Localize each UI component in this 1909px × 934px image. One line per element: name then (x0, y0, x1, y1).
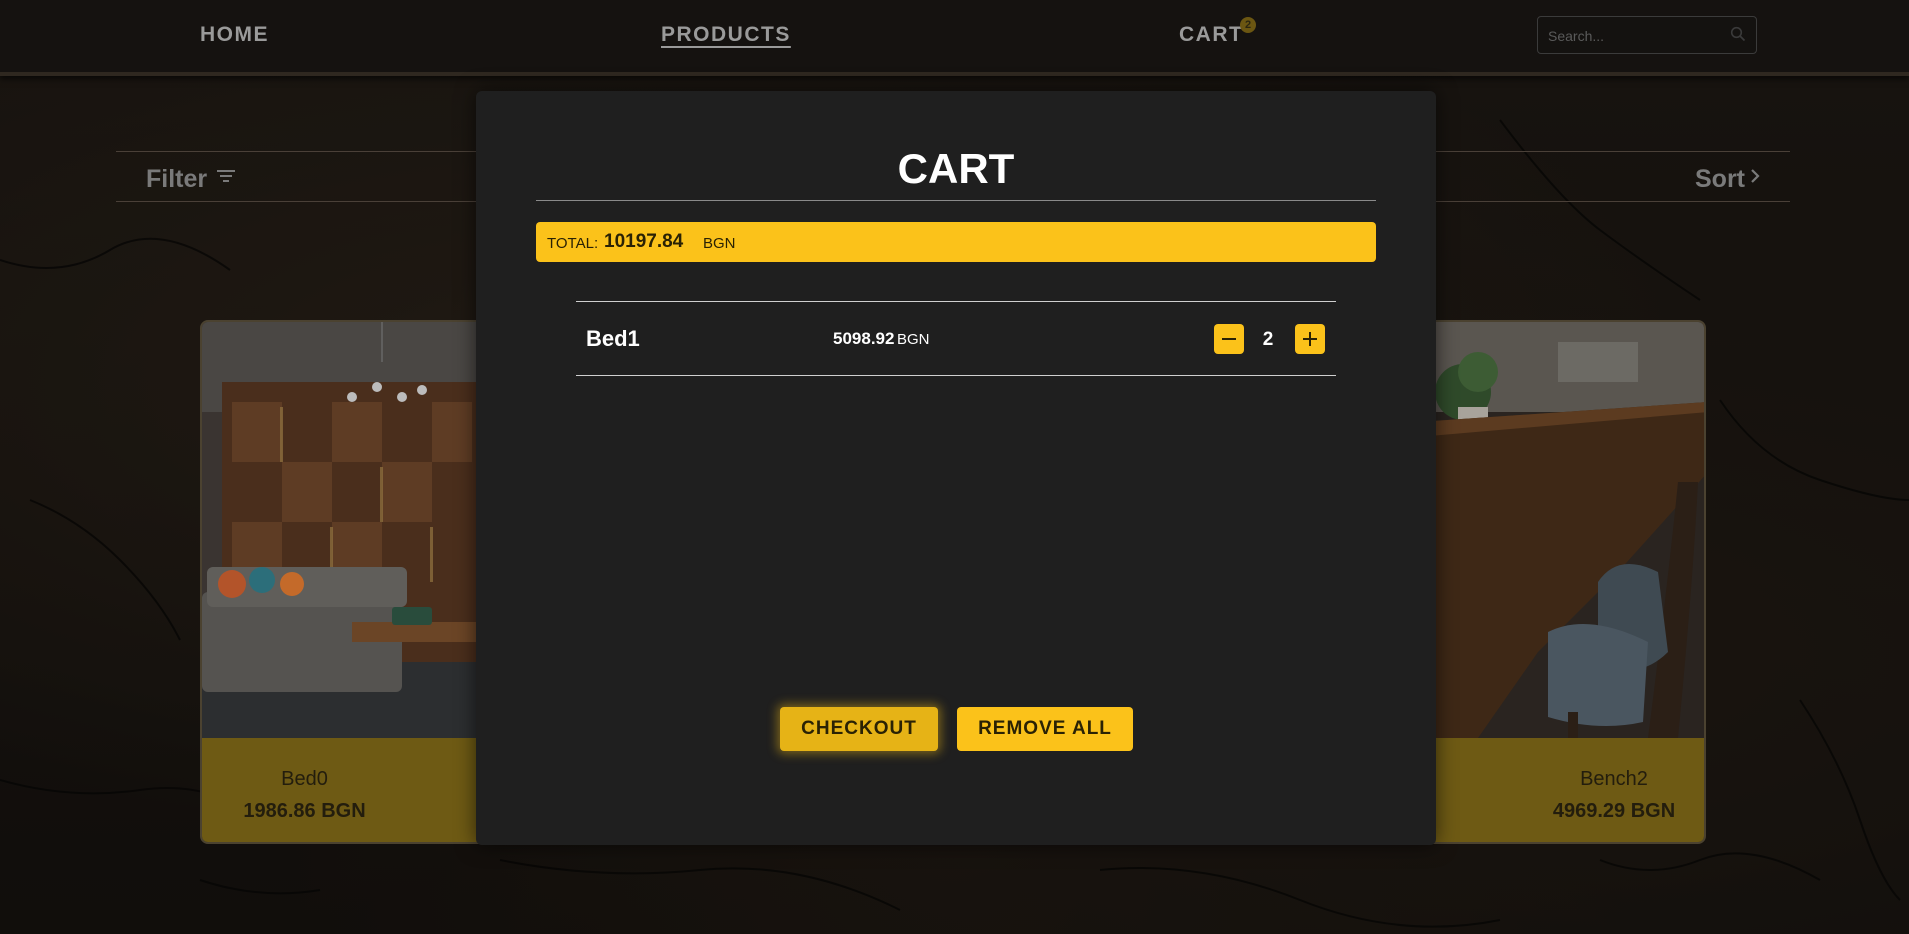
divider (536, 200, 1376, 201)
cart-count-badge: 2 (1240, 17, 1256, 33)
cart-title: CART (897, 145, 1015, 192)
product-price: 1986.86 BGN (243, 800, 366, 822)
nav-products-link[interactable]: PRODUCTS (661, 23, 791, 47)
filter-icon[interactable] (216, 168, 236, 191)
product-image-dining-table (1418, 322, 1704, 738)
cart-item-row: Bed1 5098.92 BGN 2 (576, 301, 1336, 376)
nav-home-link[interactable]: HOME (200, 23, 269, 47)
cart-item-price: 5098.92 (833, 329, 895, 348)
minus-icon (1222, 338, 1236, 340)
chevron-right-icon[interactable] (1750, 169, 1760, 188)
product-card-footer: Bench2 4969.29 BGN (1418, 738, 1704, 842)
sort-button[interactable]: Sort (1695, 165, 1745, 194)
total-currency: BGN (703, 235, 736, 252)
top-navbar: HOME PRODUCTS CART 2 (0, 0, 1909, 76)
total-value: 10197.84 (604, 231, 684, 252)
search-icon[interactable] (1730, 26, 1746, 47)
product-name: Bed0 (281, 768, 328, 790)
cart-item-currency: BGN (897, 331, 930, 348)
product-image-living-room (202, 322, 488, 738)
product-price: 4969.29 BGN (1552, 800, 1676, 822)
remove-all-button[interactable]: REMOVE ALL (957, 707, 1133, 751)
filter-button[interactable]: Filter (146, 165, 207, 194)
product-card-footer: Bed0 1986.86 BGN (202, 738, 488, 842)
checkout-button[interactable]: CHECKOUT (780, 707, 938, 751)
decrease-quantity-button[interactable] (1214, 324, 1244, 354)
increase-quantity-button[interactable] (1295, 324, 1325, 354)
total-label: TOTAL: (547, 235, 599, 252)
product-card[interactable]: Bench2 4969.29 BGN (1416, 320, 1706, 844)
cart-modal: CART TOTAL: 10197.84 BGN Bed1 5098.92 BG… (476, 91, 1436, 845)
cart-item-name: Bed1 (586, 326, 640, 351)
cart-total-bar: TOTAL: 10197.84 BGN (536, 222, 1376, 262)
search-box (1537, 16, 1757, 54)
search-input[interactable] (1548, 26, 1718, 46)
product-card[interactable]: Bed0 1986.86 BGN (200, 320, 490, 844)
plus-icon (1303, 332, 1317, 346)
cart-item-quantity: 2 (1262, 329, 1274, 350)
nav-cart-link[interactable]: CART (1179, 23, 1243, 47)
product-name: Bench2 (1580, 768, 1648, 790)
